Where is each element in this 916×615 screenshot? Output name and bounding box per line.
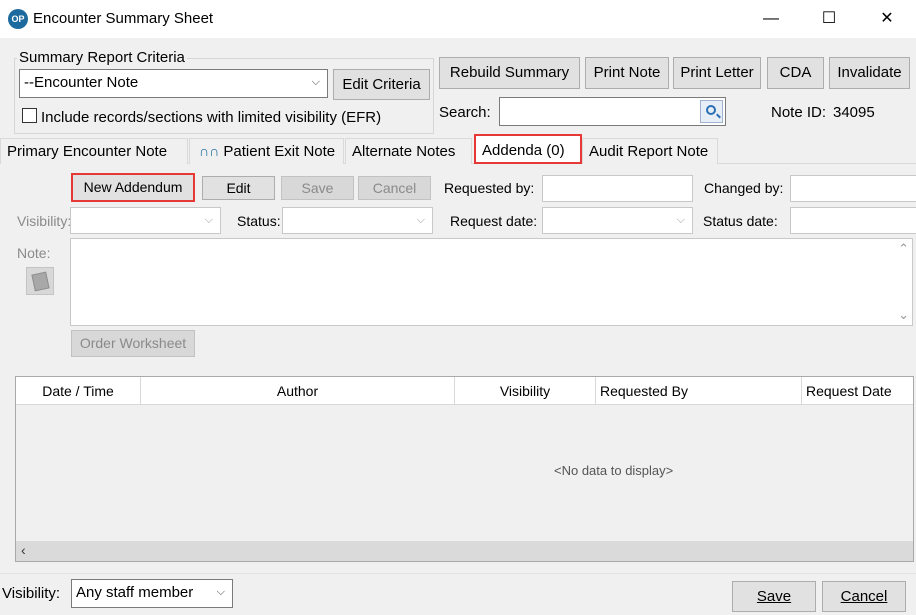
footer-visibility-select[interactable]: Any staff member ⌵ xyxy=(71,579,233,608)
scroll-down-icon[interactable]: ⌄ xyxy=(898,307,909,323)
tab-patient-exit-note[interactable]: ∩∩ Patient Exit Note xyxy=(189,138,344,164)
column-header-requested-by[interactable]: Requested By xyxy=(596,377,802,405)
requested-by-input[interactable] xyxy=(542,175,693,202)
efr-checkbox[interactable] xyxy=(22,108,37,123)
visibility-label: Visibility: xyxy=(17,213,72,229)
addenda-table: Date / Time Author Visibility Requested … xyxy=(15,376,914,562)
criteria-select-value: --Encounter Note xyxy=(24,74,139,91)
close-icon[interactable]: ✕ xyxy=(858,0,916,38)
patient-exit-icon: ∩∩ xyxy=(199,143,220,159)
title-bar: OP Encounter Summary Sheet — ☐ ✕ xyxy=(0,0,916,38)
column-header-visibility[interactable]: Visibility xyxy=(455,377,596,405)
print-note-button[interactable]: Print Note xyxy=(585,57,669,89)
order-worksheet-button[interactable]: Order Worksheet xyxy=(71,330,195,357)
status-select[interactable]: ⌵ xyxy=(282,207,433,234)
chevron-down-icon: ⌵ xyxy=(416,214,425,226)
column-header-request-date[interactable]: Request Date xyxy=(802,377,913,405)
note-id-label: Note ID: xyxy=(771,104,827,121)
maximize-icon[interactable]: ☐ xyxy=(800,0,858,38)
request-date-label: Request date: xyxy=(450,213,538,229)
tab-patient-exit-note-label: Patient Exit Note xyxy=(223,143,336,160)
column-header-author[interactable]: Author xyxy=(141,377,455,405)
footer-visibility-value: Any staff member xyxy=(76,584,194,601)
tab-addenda[interactable]: Addenda (0) xyxy=(474,134,582,164)
horizontal-scrollbar[interactable]: ‹ xyxy=(16,541,913,561)
footer-visibility-label: Visibility: xyxy=(2,585,61,602)
print-letter-button[interactable]: Print Letter xyxy=(673,57,761,89)
criteria-group-label: Summary Report Criteria xyxy=(17,49,187,66)
status-label: Status: xyxy=(237,213,281,229)
edit-criteria-button[interactable]: Edit Criteria xyxy=(333,69,430,100)
status-date-label: Status date: xyxy=(703,213,778,229)
efr-label: Include records/sections with limited vi… xyxy=(41,109,382,126)
cancel-addendum-button[interactable]: Cancel xyxy=(358,176,431,200)
status-date-input[interactable] xyxy=(790,207,916,234)
save-addendum-button[interactable]: Save xyxy=(281,176,354,200)
search-icon[interactable] xyxy=(700,100,723,123)
footer-save-button[interactable]: Save xyxy=(732,581,816,612)
note-id-value: 34095 xyxy=(833,104,875,121)
search-input[interactable] xyxy=(499,97,726,126)
search-label: Search: xyxy=(439,104,491,121)
criteria-select[interactable]: --Encounter Note ⌵ xyxy=(19,69,328,98)
new-addendum-button[interactable]: New Addendum xyxy=(71,173,195,202)
empty-table-text: <No data to display> xyxy=(554,463,674,478)
invalidate-button[interactable]: Invalidate xyxy=(829,57,910,89)
tab-audit-report-note[interactable]: Audit Report Note xyxy=(582,138,718,164)
scroll-left-icon[interactable]: ‹ xyxy=(21,542,26,558)
scroll-up-icon[interactable]: ⌃ xyxy=(898,241,909,257)
tab-primary-encounter-note[interactable]: Primary Encounter Note xyxy=(0,138,188,164)
cda-button[interactable]: CDA xyxy=(767,57,824,89)
chevron-down-icon: ⌵ xyxy=(204,214,213,226)
chevron-down-icon: ⌵ xyxy=(216,586,225,598)
note-label: Note: xyxy=(17,245,51,261)
chevron-down-icon: ⌵ xyxy=(676,214,685,226)
requested-by-label: Requested by: xyxy=(444,180,535,196)
footer-cancel-button[interactable]: Cancel xyxy=(822,581,906,612)
note-textarea[interactable]: ⌃ ⌄ xyxy=(70,238,913,326)
edit-addendum-button[interactable]: Edit xyxy=(202,176,275,200)
chevron-down-icon: ⌵ xyxy=(311,76,320,88)
window-title: Encounter Summary Sheet xyxy=(33,10,214,27)
request-date-select[interactable]: ⌵ xyxy=(542,207,693,234)
changed-by-input[interactable] xyxy=(790,175,916,202)
changed-by-label: Changed by: xyxy=(704,180,784,196)
book-icon[interactable] xyxy=(26,267,54,295)
app-logo-icon: OP xyxy=(8,9,28,29)
minimize-icon[interactable]: — xyxy=(742,0,800,38)
rebuild-summary-button[interactable]: Rebuild Summary xyxy=(439,57,580,89)
visibility-select[interactable]: ⌵ xyxy=(70,207,221,234)
tab-alternate-notes[interactable]: Alternate Notes xyxy=(345,138,472,164)
footer-divider xyxy=(0,573,916,574)
column-header-date-time[interactable]: Date / Time xyxy=(16,377,141,405)
